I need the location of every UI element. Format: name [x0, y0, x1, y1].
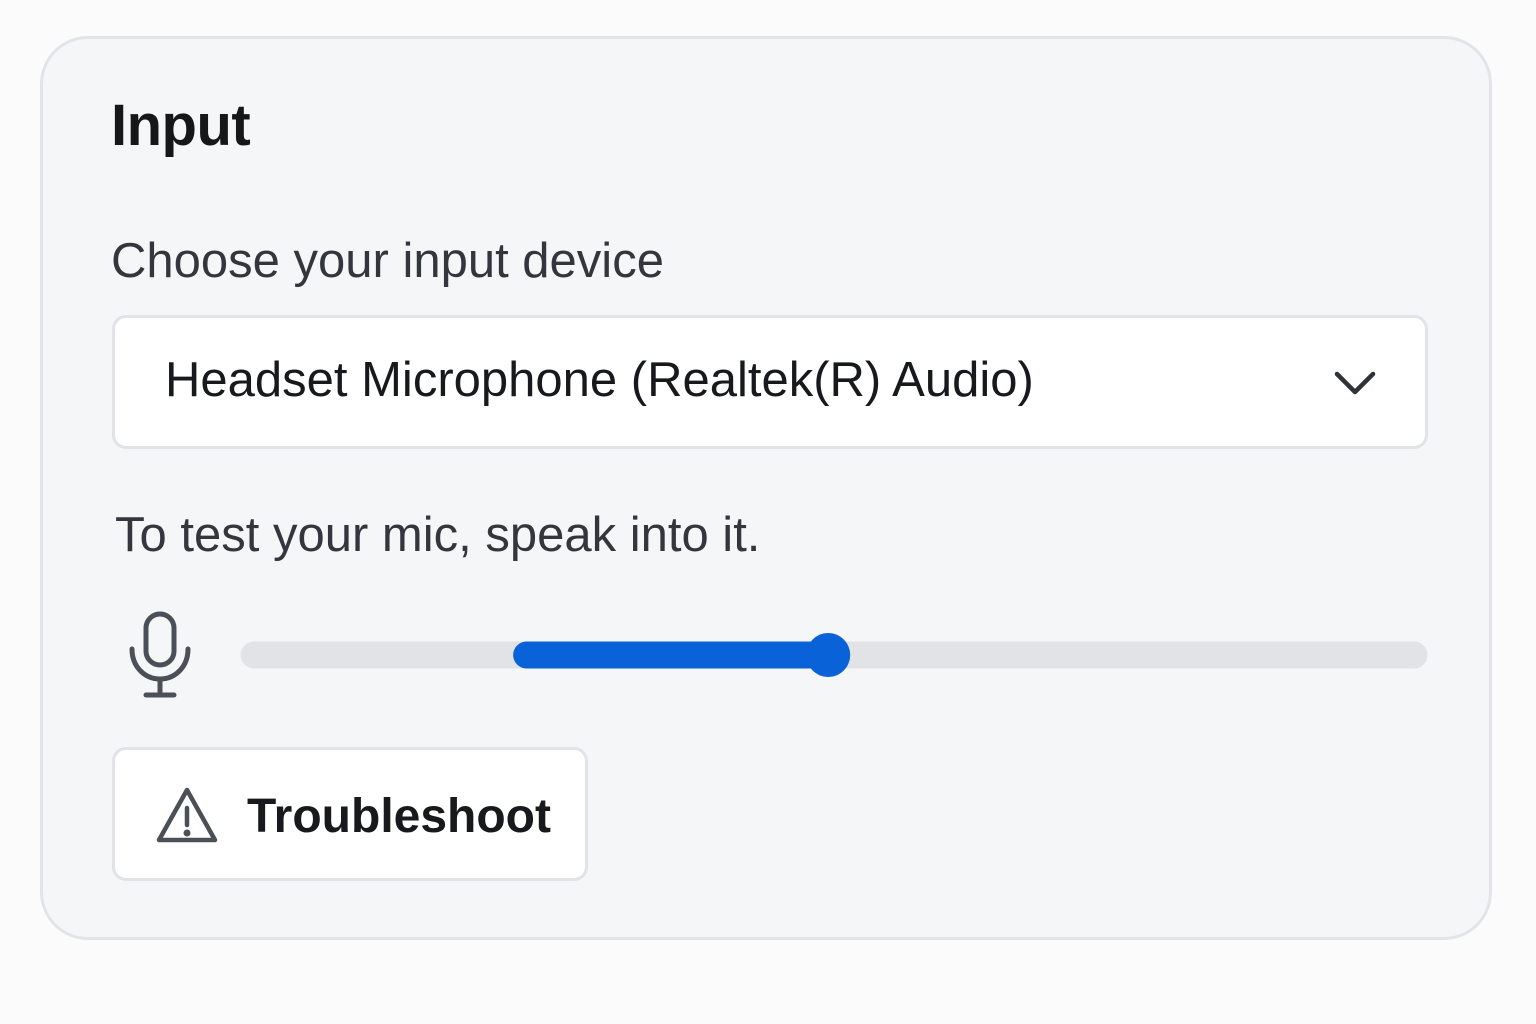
- level-thumb[interactable]: [806, 633, 851, 677]
- input-device-dropdown[interactable]: Headset Microphone (Realtek(R) Audio): [112, 315, 1428, 449]
- input-settings-panel: Input Choose your input device Headset M…: [40, 36, 1492, 940]
- microphone-level-svg: [240, 633, 1428, 677]
- microphone-level-meter[interactable]: [240, 619, 1428, 691]
- mic-test-instruction: To test your mic, speak into it.: [115, 508, 761, 562]
- warning-icon: [156, 787, 218, 843]
- section-title: Input: [111, 93, 251, 158]
- microphone-icon: [129, 611, 191, 698]
- troubleshoot-button[interactable]: Troubleshoot: [112, 747, 588, 881]
- chevron-down-icon: [1334, 371, 1376, 395]
- troubleshoot-label: Troubleshoot: [247, 790, 551, 843]
- selected-input-device: Headset Microphone (Realtek(R) Audio): [165, 353, 1034, 407]
- input-device-label: Choose your input device: [111, 234, 664, 288]
